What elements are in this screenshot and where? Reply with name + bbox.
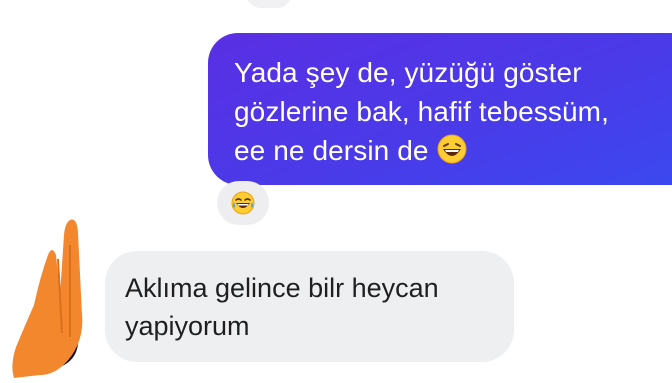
- message-line: ee ne dersin de: [234, 131, 672, 170]
- message-line: yapiyorum: [125, 311, 250, 341]
- incoming-message-bubble[interactable]: Aklıma gelince bilr heycan yapiyorum: [105, 251, 514, 362]
- reaction-pill[interactable]: [217, 181, 269, 225]
- previous-reaction-pill[interactable]: [246, 0, 292, 8]
- avatar[interactable]: [0, 215, 95, 378]
- outgoing-message-bubble[interactable]: Yada şey de, yüzüğü göster gözlerine bak…: [208, 33, 672, 185]
- message-line: Yada şey de, yüzüğü göster: [234, 57, 582, 88]
- message-line: Aklıma gelince bilr heycan: [125, 273, 439, 303]
- laughing-emoji-icon: [437, 134, 467, 164]
- tears-of-joy-emoji-icon: [231, 191, 255, 215]
- message-line: gözlerine bak, hafif tebessüm,: [234, 96, 609, 127]
